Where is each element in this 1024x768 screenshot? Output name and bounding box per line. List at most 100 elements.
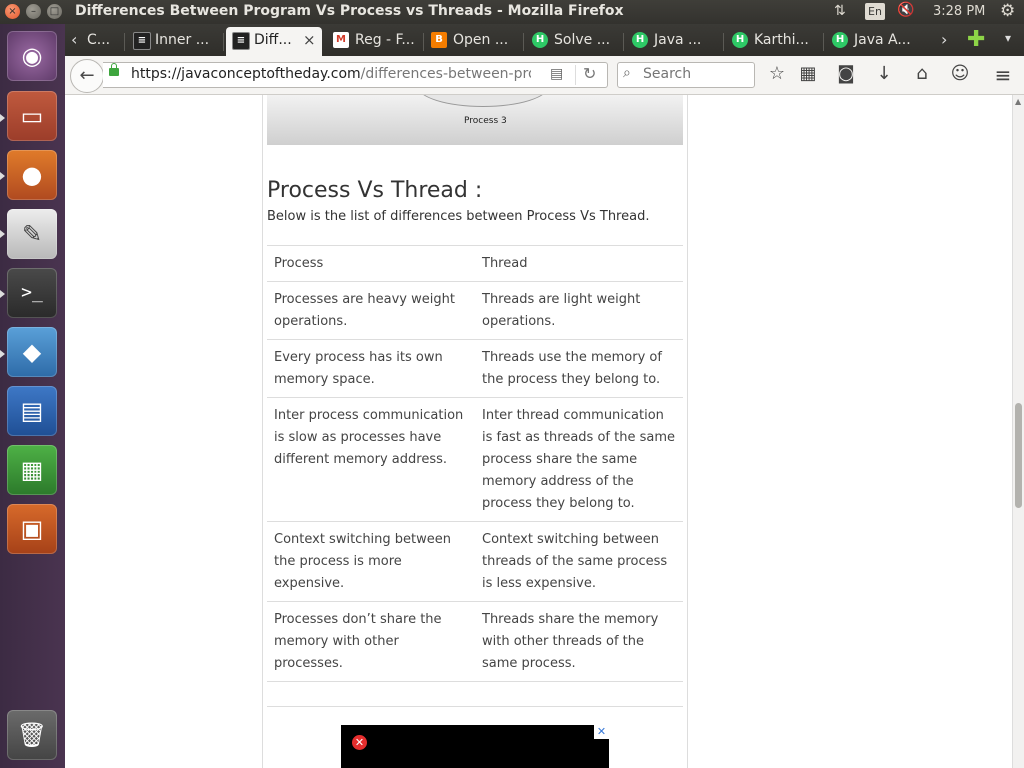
launcher-text-editor-button[interactable]: ✎ [7, 209, 57, 259]
ad-dismiss-icon[interactable]: ✕ [594, 725, 609, 739]
table-cell-thread: Threads are light weight operations. [475, 281, 683, 340]
bookmark-star-icon[interactable]: ☆ [765, 63, 789, 84]
reader-view-icon[interactable]: ▤ [550, 66, 563, 82]
home-icon[interactable]: ⌂ [910, 63, 934, 84]
tab-label: Karthi... [754, 32, 809, 48]
tab-label: Java A... [854, 32, 911, 48]
window-close-button[interactable]: × [5, 4, 20, 19]
vertical-scrollbar[interactable]: ▲ [1012, 95, 1024, 768]
tab-gmail[interactable]: M Reg - F... [333, 27, 423, 56]
table-cell-process: Inter process communication is slow as p… [267, 397, 475, 522]
window-title: Differences Between Program Vs Process v… [75, 3, 624, 19]
tab-hackerrank-karthi[interactable]: H Karthi... [732, 27, 822, 56]
table-cell-thread: Context switching between threads of the… [475, 521, 683, 602]
secure-lock-icon[interactable] [109, 63, 119, 76]
url-bar[interactable]: https://javaconceptoftheday.com/differen… [103, 62, 608, 88]
divider [267, 706, 683, 707]
network-icon[interactable]: ⇅ [834, 3, 846, 19]
tab-scroll-left-icon[interactable]: ‹ [71, 30, 77, 49]
ad-close-icon[interactable]: ✕ [352, 735, 367, 750]
tab-label: Java ... [654, 32, 702, 48]
table-cell-process: Every process has its own memory space. [267, 339, 475, 398]
table-cell-process: Processes are heavy weight operations. [267, 281, 475, 340]
library-icon[interactable]: ▦ [796, 63, 820, 84]
launcher-impress-button[interactable]: ▣ [7, 504, 57, 554]
tab-label: Inner ... [155, 32, 210, 48]
table-cell-thread: Threads share the memory with other thre… [475, 601, 683, 682]
table-header-row: Process Thread [267, 245, 683, 282]
tab-hackerrank-java[interactable]: H Java ... [632, 27, 722, 56]
ubuntu-logo-icon: ◉ [21, 42, 43, 70]
tab-label: Reg - F... [355, 32, 415, 48]
launcher: ◉ ▭ ● ✎ >_ ◆ ▤ ▦ ▣ 🗑 [0, 24, 65, 768]
hackerrank-icon: H [632, 32, 648, 48]
new-tab-plus-icon[interactable]: ✚ [967, 27, 985, 52]
tab-separator [223, 33, 224, 51]
url-separator [575, 65, 576, 85]
search-input[interactable] [641, 65, 750, 83]
document-icon: ≡ [133, 32, 151, 50]
tab-separator [523, 33, 524, 51]
hamburger-menu-icon[interactable]: ≡ [991, 63, 1015, 87]
impress-presentation-icon: ▣ [20, 515, 44, 543]
launcher-running-indicator [0, 290, 5, 298]
writer-document-icon: ▤ [20, 397, 44, 425]
url-path: /differences-between-pro [360, 66, 531, 82]
tab-cut[interactable]: C... [83, 27, 123, 56]
tab-blogger[interactable]: B Open ... [431, 27, 521, 56]
scroll-up-arrow-icon[interactable]: ▲ [1015, 97, 1021, 106]
hello-smiley-icon[interactable]: ☺ [948, 63, 972, 84]
volume-muted-icon[interactable]: 🔇 [897, 2, 914, 18]
tab-scroll-right-icon[interactable]: › [941, 30, 947, 49]
text-editor-icon: ✎ [21, 220, 43, 248]
launcher-calc-button[interactable]: ▦ [7, 445, 57, 495]
reload-icon[interactable]: ↻ [583, 64, 596, 83]
keyboard-layout-indicator[interactable]: En [865, 3, 885, 20]
hackerrank-icon: H [532, 32, 548, 48]
url-text[interactable]: https://javaconceptoftheday.com/differen… [131, 66, 531, 82]
table-row: Processes are heavy weight operations. T… [267, 281, 683, 340]
window-minimize-button[interactable]: – [26, 4, 41, 19]
clock[interactable]: 3:28 PM [933, 4, 985, 19]
hackerrank-icon: H [832, 32, 848, 48]
launcher-virtualbox-button[interactable]: ◆ [7, 327, 57, 377]
tab-label: Diff... [254, 32, 292, 48]
tab-separator [423, 33, 424, 51]
gmail-icon: M [333, 32, 349, 48]
tab-hackerrank-java-a[interactable]: H Java A... [832, 27, 922, 56]
launcher-firefox-button[interactable]: ● [7, 150, 57, 200]
launcher-files-button[interactable]: ▭ [7, 91, 57, 141]
table-cell-thread: Inter thread communication is fast as th… [475, 397, 683, 522]
launcher-writer-button[interactable]: ▤ [7, 386, 57, 436]
download-arrow-icon[interactable]: ↓ [872, 63, 896, 84]
navigation-bar: ← https://javaconceptoftheday.com/differ… [65, 56, 1024, 95]
tab-separator [723, 33, 724, 51]
launcher-running-indicator [0, 350, 5, 358]
intro-paragraph: Below is the list of differences between… [267, 209, 650, 224]
launcher-ubuntu-dash-button[interactable]: ◉ [7, 31, 57, 81]
tab-bar: ‹ C... ≡ Inner ... ≡ Diff... × M Reg - F… [65, 24, 1024, 56]
table-row: Every process has its own memory space. … [267, 339, 683, 398]
table-cell-process: Context switching between the process is… [267, 521, 475, 602]
tab-separator [623, 33, 624, 51]
top-panel: × – □ Differences Between Program Vs Pro… [0, 0, 1024, 24]
settings-gear-icon[interactable]: ⚙ [1000, 1, 1015, 21]
tab-close-icon[interactable]: × [303, 31, 316, 49]
scrollbar-thumb[interactable] [1015, 403, 1022, 508]
table-cell-process: Processes don’t share the memory with ot… [267, 601, 475, 682]
window-maximize-button[interactable]: □ [47, 4, 62, 19]
tab-list-dropdown-icon[interactable]: ▾ [1005, 31, 1011, 45]
advertisement-banner[interactable]: ✕ ✕ [341, 725, 609, 768]
tab-hackerrank-solve[interactable]: H Solve ... [532, 27, 622, 56]
table-header-cell: Process [267, 245, 475, 282]
launcher-trash-button[interactable]: 🗑 [7, 710, 57, 760]
search-icon: ⌕ [623, 65, 631, 81]
tab-inner[interactable]: ≡ Inner ... [133, 27, 223, 56]
launcher-terminal-button[interactable]: >_ [7, 268, 57, 318]
back-arrow-icon[interactable]: ← [70, 59, 104, 93]
pocket-icon[interactable]: ◙ [834, 63, 858, 84]
table-cell-thread: Threads use the memory of the process th… [475, 339, 683, 398]
tab-diff-active[interactable]: ≡ Diff... × [226, 27, 322, 56]
search-bar[interactable]: ⌕ [617, 62, 755, 88]
process-vs-thread-table: Process Thread Processes are heavy weigh… [267, 245, 683, 682]
